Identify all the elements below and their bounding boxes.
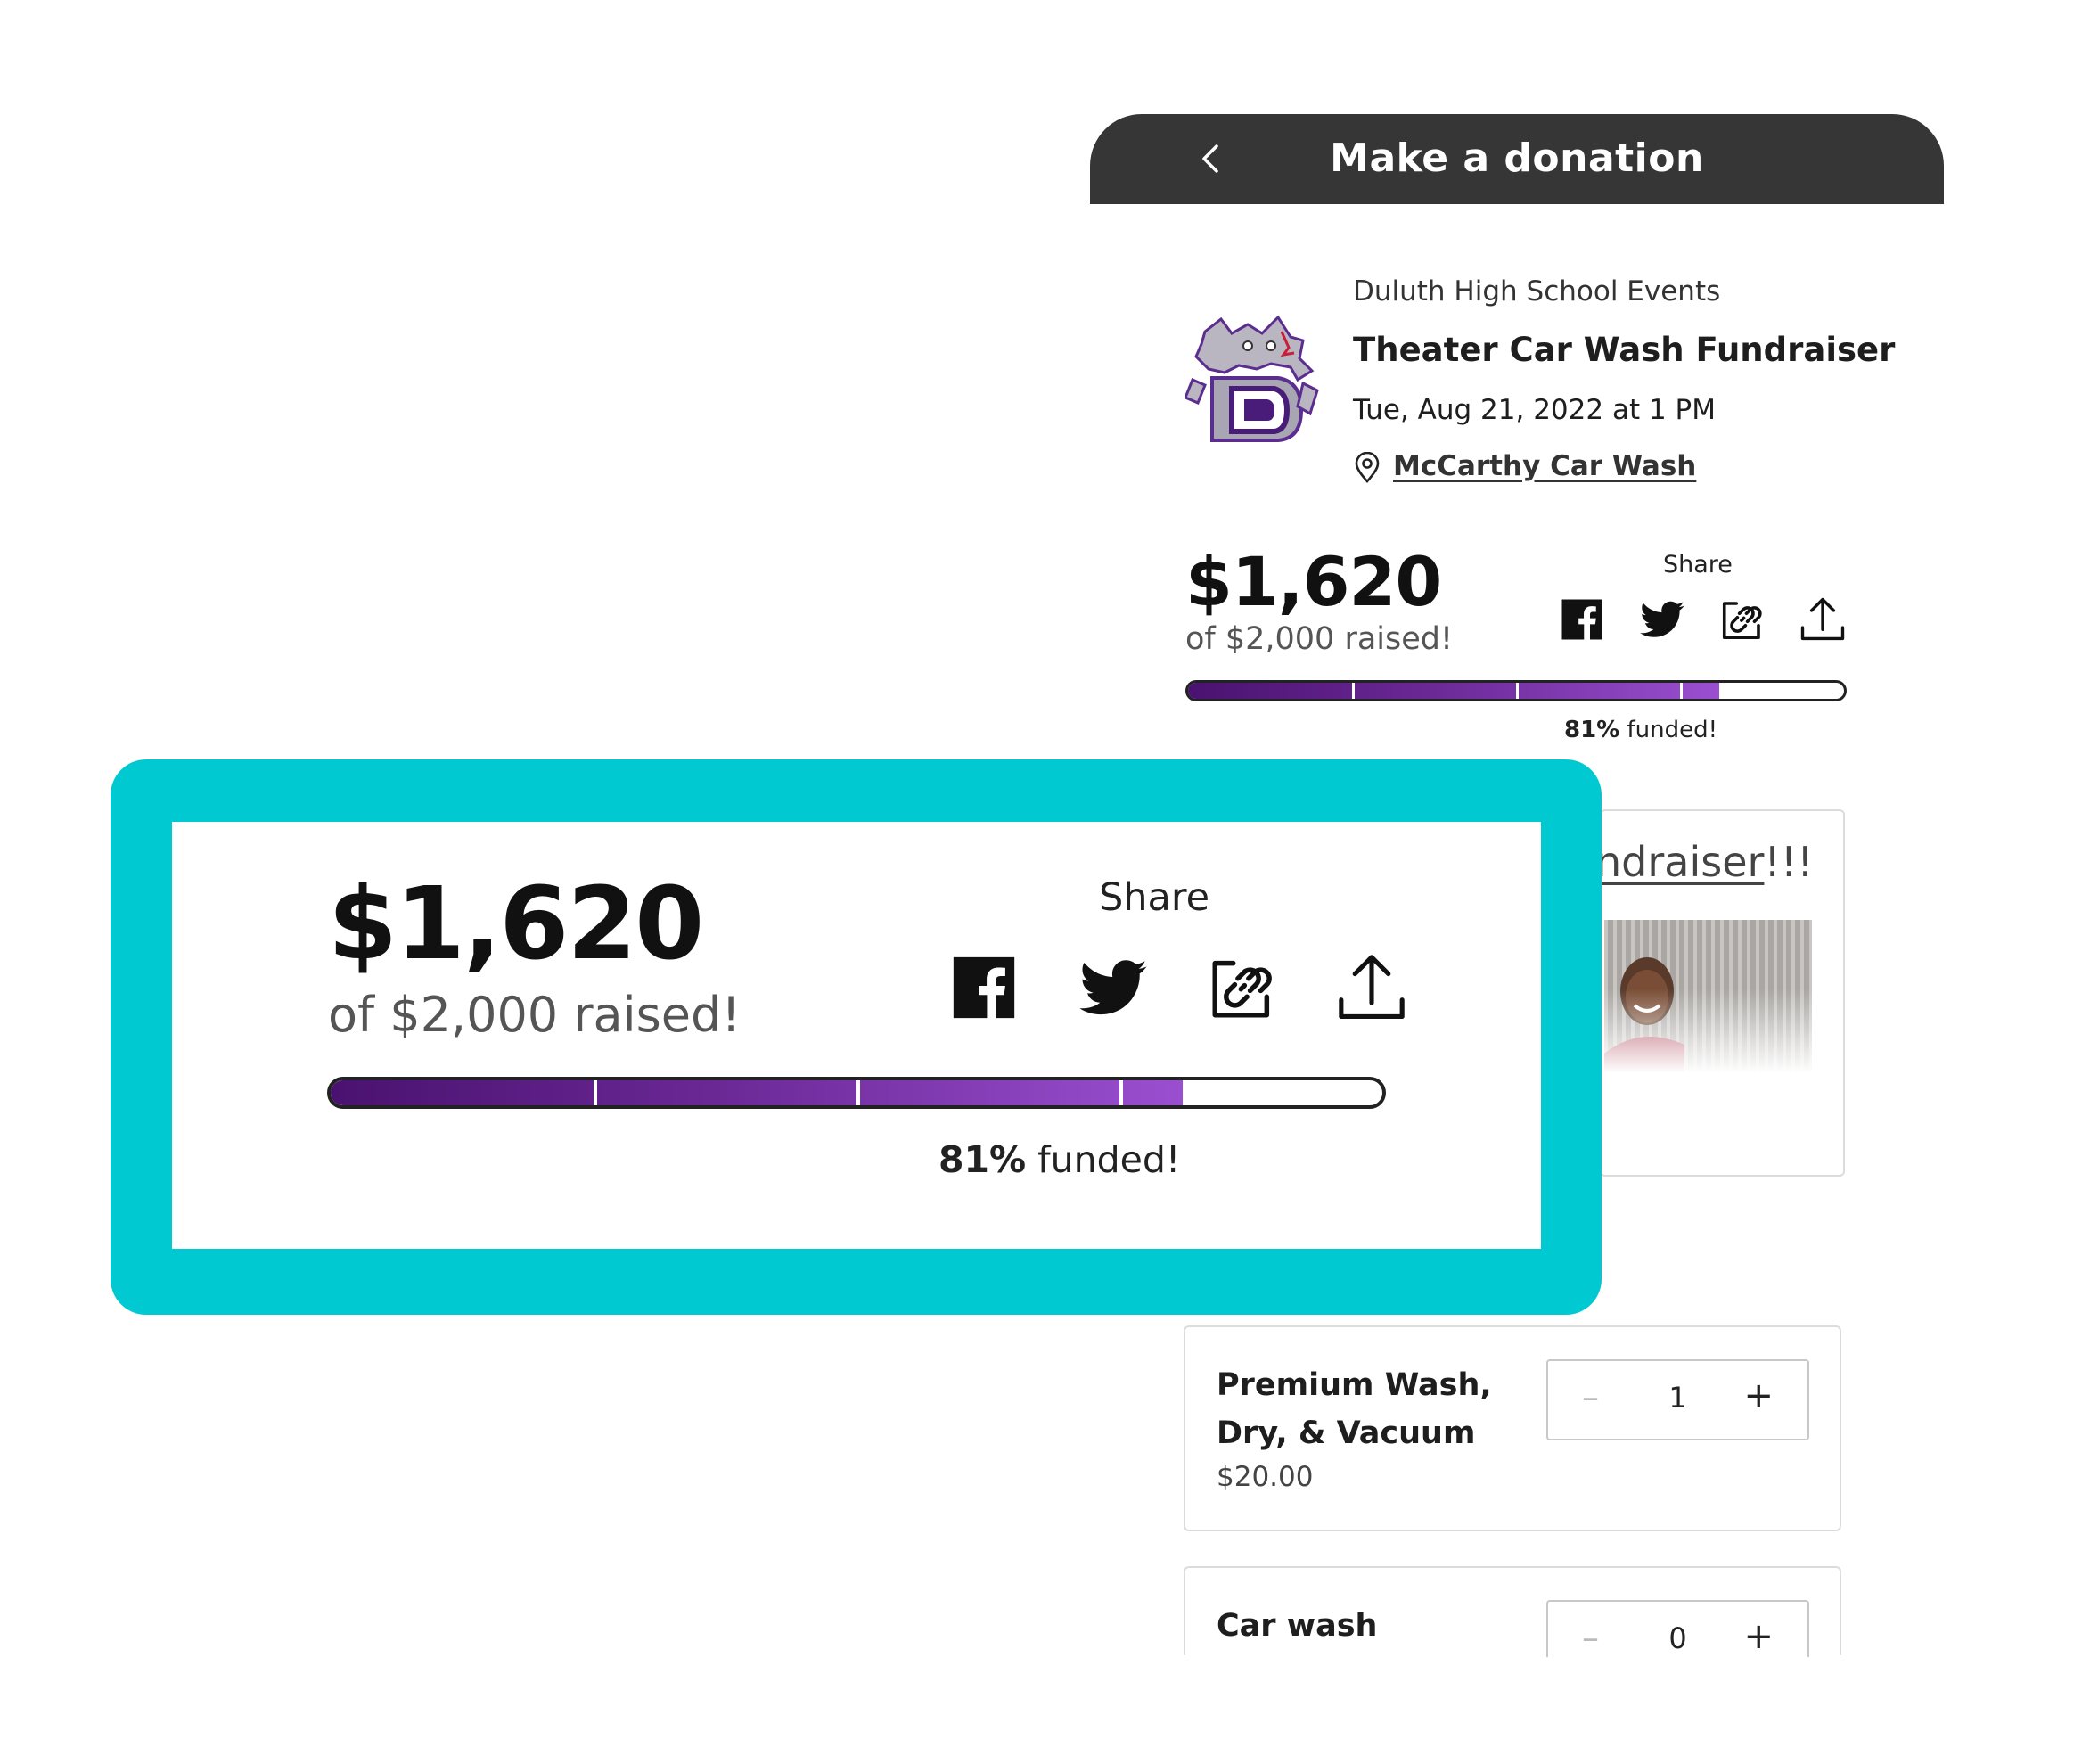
- product-name: Premium Wash, Dry, & Vacuum: [1217, 1367, 1492, 1451]
- announcement-link-text[interactable]: ndraiser: [1595, 838, 1764, 886]
- funded-percent: 81% funded!: [1564, 717, 1717, 743]
- event-datetime: Tue, Aug 21, 2022 at 1 PM: [1353, 394, 1716, 426]
- quantity-stepper: – 0 +: [1546, 1600, 1809, 1657]
- zoomed-amount-raised: $1,620: [328, 866, 704, 982]
- share-upload-icon[interactable]: [1799, 595, 1847, 644]
- funded-value: 81%: [938, 1138, 1027, 1181]
- announcement-photo: [1604, 920, 1812, 1073]
- event-title: Theater Car Wash Fundraiser: [1353, 331, 1896, 369]
- zoomed-share-icons: [947, 951, 1411, 1027]
- map-pin-icon: [1353, 451, 1381, 484]
- zoomed-progress-bar: [327, 1077, 1386, 1109]
- location-link[interactable]: McCarthy Car Wash: [1393, 450, 1696, 482]
- facebook-icon[interactable]: [947, 951, 1020, 1024]
- announcement-link-trailing: !!!: [1764, 838, 1814, 886]
- product-card: Premium Wash, Dry, & Vacuum $20.00 – 1 +: [1184, 1325, 1841, 1531]
- product-price: $20.00: [1217, 1461, 1314, 1493]
- product-name: Car wash: [1217, 1608, 1378, 1644]
- amount-raised: $1,620: [1185, 542, 1442, 621]
- progress-divider: [594, 1080, 597, 1105]
- donation-header: Make a donation: [1090, 114, 1944, 204]
- twitter-icon[interactable]: [1077, 951, 1150, 1024]
- zoomed-progress-section: $1,620 of $2,000 raised! Share 81% funde…: [172, 822, 1541, 1249]
- copy-link-icon[interactable]: [1718, 595, 1766, 644]
- zoom-callout: $1,620 of $2,000 raised! Share 81% funde…: [111, 759, 1602, 1315]
- progress-divider: [1119, 1080, 1123, 1105]
- progress-fill: [1188, 683, 1720, 699]
- share-upload-icon[interactable]: [1335, 951, 1408, 1024]
- organization-name: Duluth High School Events: [1353, 275, 1721, 308]
- share-icons: [1558, 595, 1848, 644]
- copy-link-icon[interactable]: [1206, 951, 1279, 1024]
- quantity-stepper: – 1 +: [1546, 1359, 1809, 1440]
- zoomed-goal-text: of $2,000 raised!: [328, 987, 741, 1043]
- zoomed-funded-percent: 81% funded!: [938, 1138, 1180, 1181]
- progress-bar: [1185, 680, 1847, 701]
- funded-value: 81%: [1564, 717, 1620, 743]
- facebook-icon[interactable]: [1558, 595, 1606, 644]
- increment-button[interactable]: +: [1743, 1375, 1774, 1416]
- zoomed-share-label: Share: [1099, 875, 1210, 920]
- funded-suffix: funded!: [1026, 1138, 1181, 1181]
- product-card: Car wash – 0 +: [1184, 1566, 1841, 1657]
- progress-divider: [1516, 683, 1519, 699]
- page-title: Make a donation: [1330, 135, 1704, 181]
- share-label: Share: [1663, 551, 1733, 578]
- goal-text: of $2,000 raised!: [1185, 621, 1454, 657]
- twitter-icon[interactable]: [1638, 595, 1686, 644]
- school-logo: [1184, 314, 1321, 443]
- progress-divider: [1352, 683, 1355, 699]
- announcement-link[interactable]: ndraiser!!!: [1595, 838, 1814, 886]
- zoomed-progress-fill: [331, 1080, 1183, 1105]
- progress-divider: [1680, 683, 1683, 699]
- increment-button[interactable]: +: [1743, 1616, 1774, 1657]
- progress-divider: [856, 1080, 860, 1105]
- funded-suffix: funded!: [1619, 717, 1718, 743]
